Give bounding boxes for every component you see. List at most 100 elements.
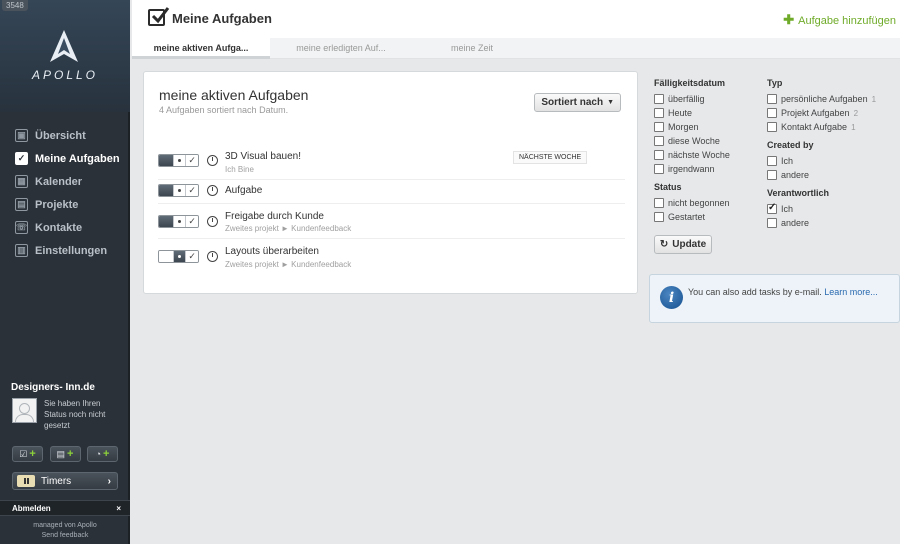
update-label: Update [672,239,707,250]
checkbox[interactable] [654,150,664,160]
checkbox[interactable] [767,122,777,132]
tab-active-tasks[interactable]: meine aktiven Aufga... [132,38,270,59]
quick-add-task-button[interactable]: ☑ + [12,446,43,462]
checkbox[interactable] [654,198,664,208]
filter-label: andere [781,170,810,180]
filter-status-started[interactable]: Gestartet [654,210,764,224]
sidebar-item-calendar[interactable]: ▦ Kalender [0,170,130,193]
sidebar-item-label: Kontakte [35,221,83,234]
task-status-toggle[interactable]: ✓ [158,250,199,263]
filter-due-today[interactable]: Heute [654,106,764,120]
quick-add-time-button[interactable]: ◔ + [87,446,118,462]
filter-status-not-started[interactable]: nicht begonnen [654,196,764,210]
checkbox-icon: ☑ [19,448,28,459]
page-title: Meine Aufgaben [172,11,272,26]
sort-button[interactable]: Sortiert nach ▼ [534,93,621,112]
filter-due-next-week[interactable]: nächste Woche [654,148,764,162]
email-info-box: i You can also add tasks by e-mail. Lear… [649,274,900,323]
responsible-heading: Verantwortlich [767,188,830,198]
tasks-panel: meine aktiven Aufgaben 4 Aufgaben sortie… [143,71,638,294]
clock-icon[interactable] [207,216,218,227]
checkbox[interactable] [767,94,777,104]
checkbox[interactable] [767,170,777,180]
task-title[interactable]: 3D Visual bauen! [225,151,301,162]
apollo-logo-icon [50,30,78,62]
update-button[interactable]: ↻ Update [654,235,712,254]
filter-type-contact[interactable]: Kontakt Aufgabe 1 [767,120,900,134]
toggle-segment [159,185,173,196]
learn-more-link[interactable]: Learn more... [824,287,878,297]
filter-due-sometime[interactable]: irgendwann [654,162,764,176]
checkbox[interactable] [654,136,664,146]
filter-type-personal[interactable]: persönliche Aufgaben 1 [767,92,900,106]
sidebar-item-settings[interactable]: ▥ Einstellungen [0,239,130,262]
filter-due-this-week[interactable]: diese Woche [654,134,764,148]
filter-type-project[interactable]: Projekt Aufgaben 2 [767,106,900,120]
clock-icon: ◔ [95,449,101,459]
check-icon: ✓ [185,155,198,166]
sidebar-nav: ▣ Übersicht ✓ Meine Aufgaben ▦ Kalender … [0,124,130,262]
task-title[interactable]: Freigabe durch Kunde [225,211,324,222]
add-task-label: Aufgabe hinzufügen [798,15,896,27]
filter-label: Kontakt Aufgabe [781,122,848,132]
clock-icon[interactable] [207,185,218,196]
tab-completed-tasks[interactable]: meine erledigten Auf... [270,38,412,59]
filter-due-overdue[interactable]: überfällig [654,92,764,106]
task-title[interactable]: Layouts überarbeiten [225,246,319,257]
timers-button[interactable]: Timers › [12,472,118,490]
info-icon: i [660,286,683,309]
sidebar-item-label: Einstellungen [35,244,108,257]
task-status-toggle[interactable]: ✓ [158,154,199,167]
checkbox[interactable] [767,218,777,228]
tab-my-time[interactable]: meine Zeit [412,38,532,59]
filter-created-others[interactable]: andere [767,168,900,182]
close-icon[interactable]: × [116,504,121,513]
checkbox[interactable] [654,108,664,118]
checkbox-checked[interactable] [767,202,777,214]
checkbox[interactable] [654,164,664,174]
due-date-heading: Fälligkeitsdatum [654,78,726,88]
filter-created-me[interactable]: Ich [767,154,900,168]
avatar[interactable] [12,398,37,423]
filter-responsible-others[interactable]: andere [767,216,900,230]
checkbox[interactable] [654,122,664,132]
page-header: Meine Aufgaben ✚ Aufgabe hinzufügen [132,0,900,38]
add-task-button[interactable]: ✚ Aufgabe hinzufügen [783,12,896,28]
quick-add-note-button[interactable]: ▤ + [49,446,81,462]
status-badge: NÄCHSTE WOCHE [513,151,588,164]
avatar-body-icon [15,414,34,422]
toggle-segment [159,155,173,166]
sidebar-item-label: Projekte [35,198,79,211]
clock-icon[interactable] [207,155,218,166]
timers-label: Timers [41,475,72,487]
checkbox[interactable] [767,156,777,166]
filter-due-tomorrow[interactable]: Morgen [654,120,764,134]
sidebar-item-contacts[interactable]: ☏ Kontakte [0,216,130,239]
filter-label: nicht begonnen [668,198,730,208]
sidebar: APOLLO 3548 ▣ Übersicht ✓ Meine Aufgaben… [0,0,130,544]
logout-bar: Abmelden × [0,500,130,516]
sidebar-item-my-tasks[interactable]: ✓ Meine Aufgaben [0,147,130,170]
sidebar-item-overview[interactable]: ▣ Übersicht [0,124,130,147]
checkbox[interactable] [654,94,664,104]
task-status-toggle[interactable]: ✓ [158,184,199,197]
profile-status[interactable]: Sie haben Ihren Status noch nicht gesetz… [44,398,124,431]
logout-link[interactable]: Abmelden [12,504,51,513]
info-message: You can also add tasks by e-mail. [688,287,822,297]
send-feedback-link[interactable]: Send feedback [0,532,130,539]
task-meta: Zweites projekt ► Kundenfeedback [225,260,352,269]
sidebar-item-label: Meine Aufgaben [35,152,120,165]
logo-area: APOLLO [0,0,130,112]
task-title[interactable]: Aufgabe [225,185,262,196]
check-icon: ✓ [185,185,198,196]
task-status-toggle[interactable]: ✓ [158,215,199,228]
sidebar-item-projects[interactable]: ▤ Projekte [0,193,130,216]
panel-title: meine aktiven Aufgaben [159,87,309,103]
checkbox[interactable] [767,108,777,118]
settings-icon: ▥ [15,244,28,257]
toggle-segment [159,216,173,227]
filter-responsible-me[interactable]: Ich [767,202,900,216]
checkbox[interactable] [654,212,664,222]
clock-icon[interactable] [207,251,218,262]
table-row: ✓ 3D Visual bauen! Ich Bine NÄCHSTE WOCH… [158,151,625,180]
